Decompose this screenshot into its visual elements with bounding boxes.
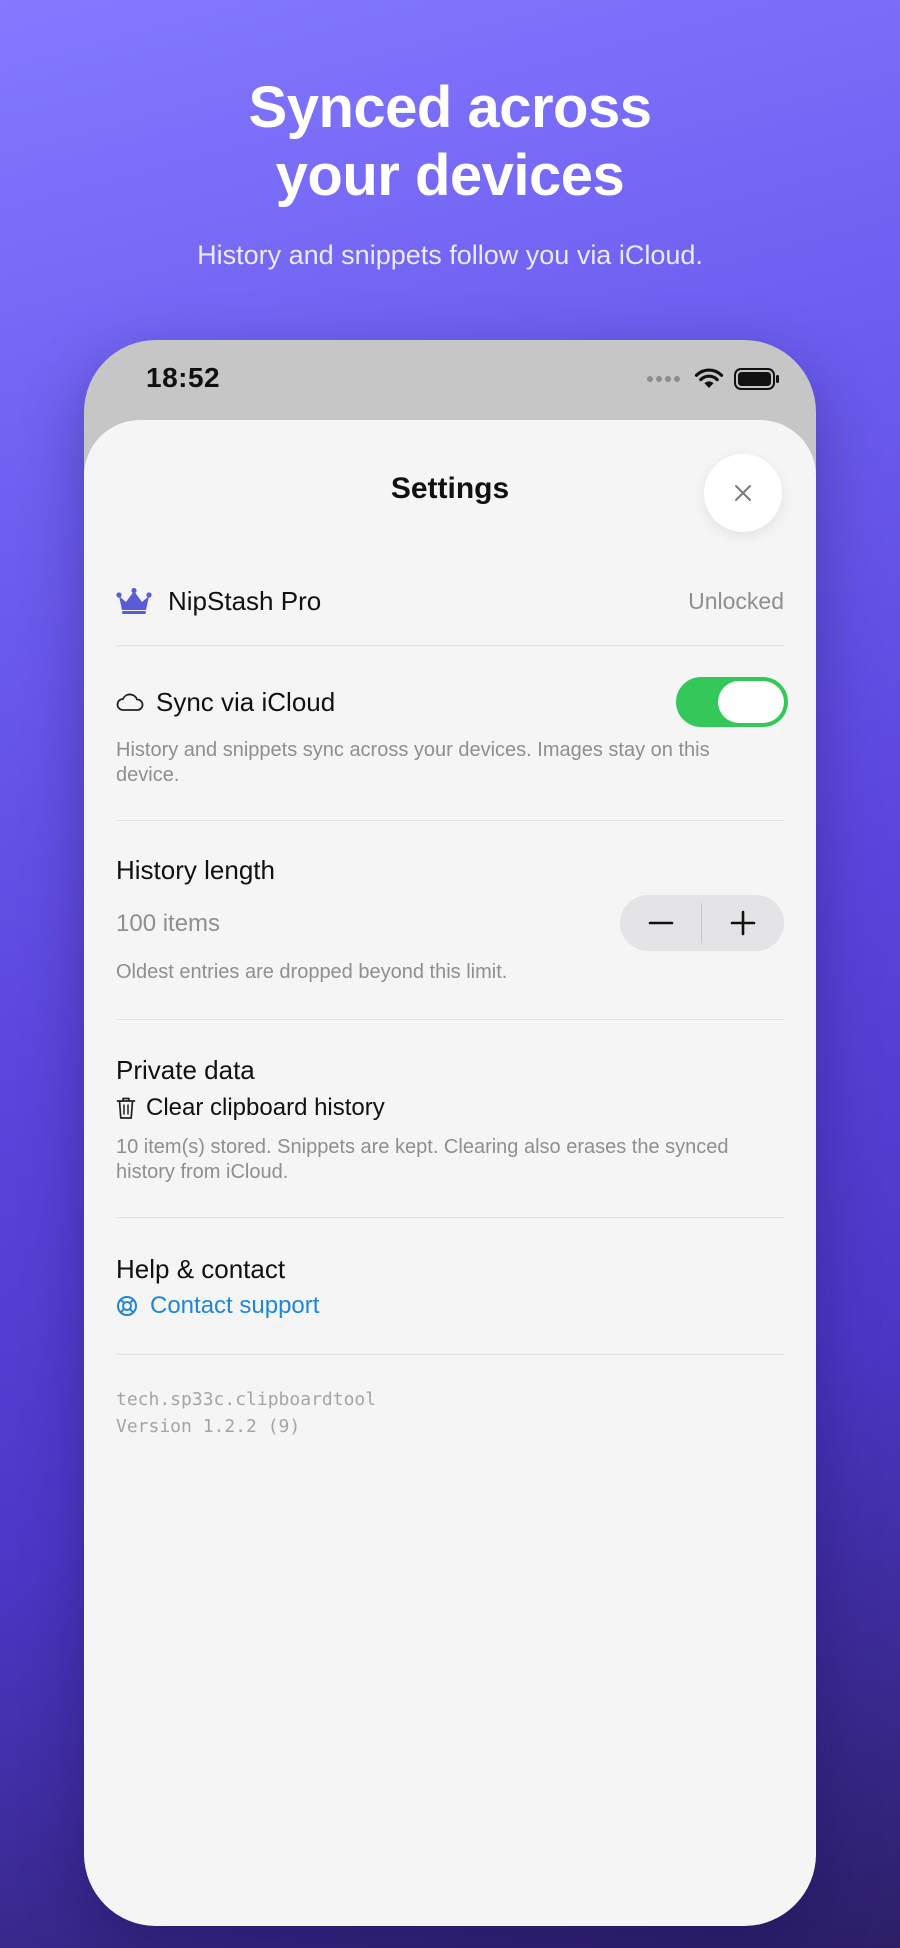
divider xyxy=(116,645,784,646)
contact-support-label: Contact support xyxy=(150,1292,320,1319)
phone-frame: 18:52 Settings NipStash Pro Unlocked Syn… xyxy=(84,340,816,1926)
private-data-title: Private data xyxy=(116,1055,255,1085)
cloud-icon xyxy=(116,693,144,711)
sync-description: History and snippets sync across your de… xyxy=(116,739,710,786)
sync-label: Sync via iCloud xyxy=(156,686,336,717)
history-length-value: 100 items xyxy=(116,910,221,937)
version-label: Version 1.2.2 (9) xyxy=(116,1416,301,1437)
private-data-description: 10 item(s) stored. Snippets are kept. Cl… xyxy=(116,1136,729,1183)
clear-history-label: Clear clipboard history xyxy=(146,1094,385,1121)
divider xyxy=(116,1217,784,1218)
pro-status-value: Unlocked xyxy=(688,587,784,614)
wifi-icon xyxy=(694,368,724,388)
close-button[interactable] xyxy=(704,454,782,532)
contact-support-link[interactable]: Contact support xyxy=(116,1292,319,1320)
toggle-knob xyxy=(718,681,784,723)
bundle-id: tech.sp33c.clipboardtool xyxy=(116,1389,377,1410)
sync-row: Sync via iCloud xyxy=(116,676,788,728)
settings-sheet: Settings NipStash Pro Unlocked Sync via … xyxy=(84,420,816,1926)
help-contact-title: Help & contact xyxy=(116,1254,286,1284)
divider xyxy=(116,1019,784,1020)
close-icon xyxy=(735,485,751,501)
pro-label: NipStash Pro xyxy=(168,585,322,616)
lifebuoy-icon xyxy=(117,1296,137,1316)
clear-history-button[interactable]: Clear clipboard history xyxy=(116,1094,385,1122)
battery-icon xyxy=(734,368,779,390)
status-time: 18:52 xyxy=(146,362,221,393)
hero-title-line-1: Synced across xyxy=(248,75,652,140)
sync-toggle[interactable] xyxy=(676,677,788,727)
cellular-dots-icon xyxy=(647,376,680,382)
plus-icon xyxy=(730,910,755,936)
pro-row[interactable]: NipStash Pro Unlocked xyxy=(116,580,784,622)
hero-title-line-2: your devices xyxy=(275,143,625,208)
increment-button[interactable] xyxy=(702,895,783,951)
trash-icon xyxy=(116,1097,136,1119)
history-length-title: History length xyxy=(116,855,275,885)
hero-title: Synced across your devices xyxy=(0,74,900,210)
hero-subtitle: History and snippets follow you via iClo… xyxy=(197,240,703,270)
crown-icon xyxy=(116,587,152,614)
history-length-stepper xyxy=(620,895,784,951)
status-icons xyxy=(647,368,780,390)
divider xyxy=(116,1354,784,1355)
decrement-button[interactable] xyxy=(620,895,701,951)
minus-icon xyxy=(648,921,673,925)
history-length-description: Oldest entries are dropped beyond this l… xyxy=(116,961,508,983)
divider xyxy=(116,820,784,821)
